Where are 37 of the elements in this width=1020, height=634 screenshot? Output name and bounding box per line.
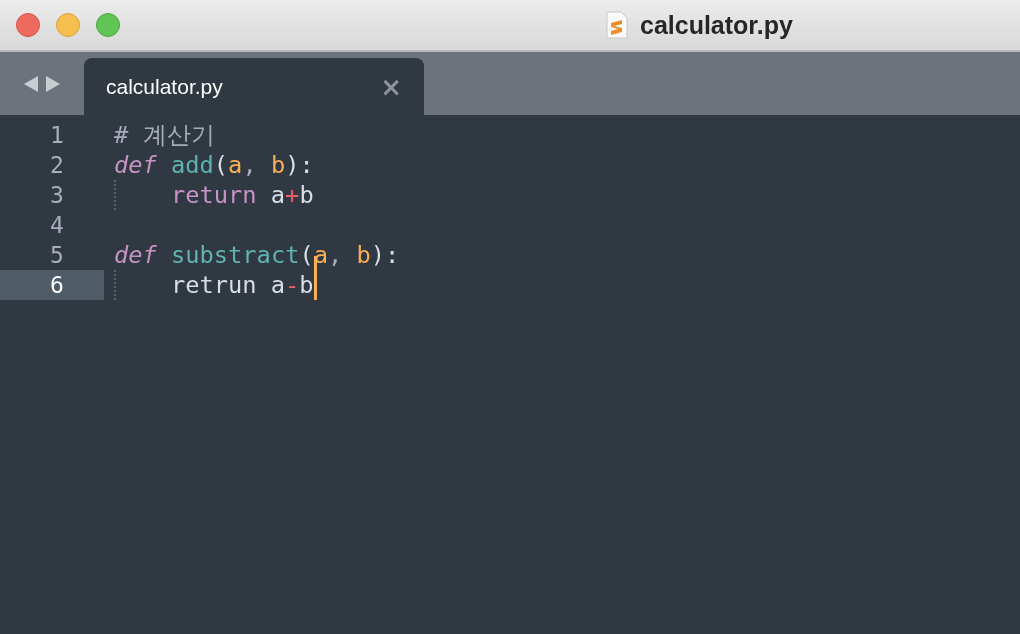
code-token: ): — [370, 241, 400, 269]
line-number: 5 — [50, 242, 64, 268]
code-token: def — [114, 151, 157, 179]
code-token: b — [269, 151, 286, 179]
close-tab-button[interactable]: × — [380, 71, 402, 102]
line-number: 3 — [50, 182, 64, 208]
zoom-window-button[interactable] — [96, 13, 120, 37]
code-token: a — [228, 151, 243, 179]
code-token: def — [114, 241, 157, 269]
file-tab[interactable]: calculator.py × — [84, 58, 424, 115]
back-arrow-icon[interactable] — [23, 74, 39, 93]
file-icon — [606, 11, 628, 39]
code-token: b — [299, 271, 314, 299]
code-token: ( — [213, 151, 229, 179]
code-token: b — [355, 241, 371, 269]
line-number: 2 — [50, 152, 64, 178]
window-title: calculator.py — [640, 10, 793, 40]
line-number: 4 — [50, 212, 64, 238]
code-token: ): — [285, 151, 314, 179]
minimize-window-button[interactable] — [56, 13, 80, 37]
code-token: + — [285, 181, 300, 209]
forward-arrow-icon[interactable] — [45, 74, 61, 93]
code-token: add — [170, 151, 214, 179]
code-token: return — [171, 181, 257, 209]
code-token: retrun a — [171, 271, 286, 299]
line-number: 6 — [50, 272, 64, 298]
code-token: substract — [170, 241, 300, 269]
code-token: - — [285, 271, 300, 299]
code-token: # 계산기 — [114, 120, 215, 151]
line-number: 1 — [50, 122, 64, 148]
code-token: , — [327, 241, 343, 269]
tab-label: calculator.py — [106, 74, 223, 99]
code-token: a — [269, 181, 286, 209]
close-window-button[interactable] — [16, 13, 40, 37]
code-token: , — [242, 151, 257, 179]
code-token: ( — [299, 241, 314, 269]
code-token: b — [299, 181, 314, 209]
